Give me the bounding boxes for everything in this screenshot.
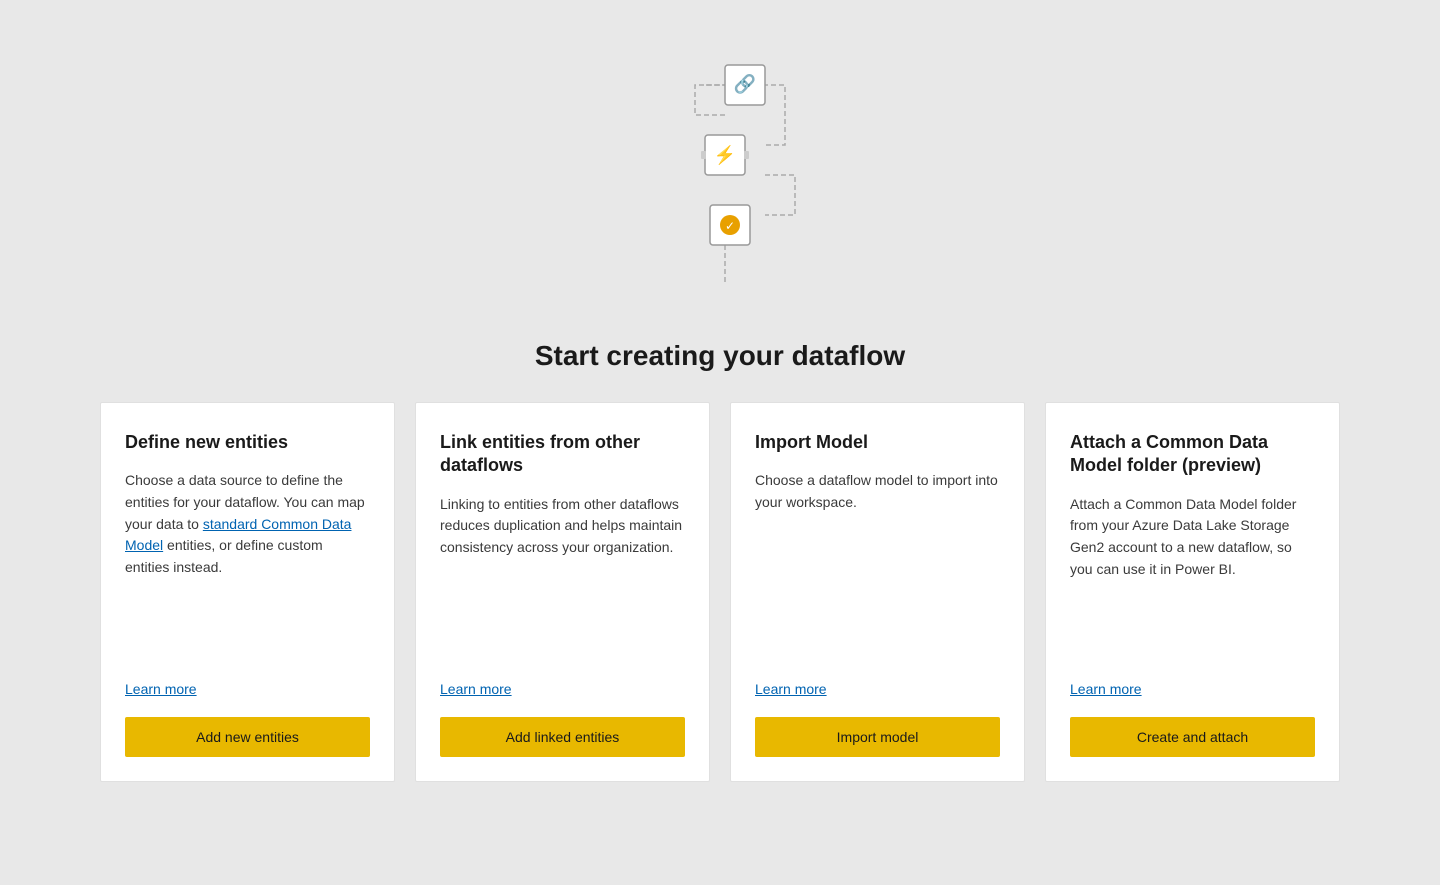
card-import-model: Import Model Choose a dataflow model to … bbox=[730, 402, 1025, 782]
card-link-entities-learn-more[interactable]: Learn more bbox=[440, 681, 685, 697]
standard-cdm-link[interactable]: standard Common Data Model bbox=[125, 516, 351, 554]
create-and-attach-button[interactable]: Create and attach bbox=[1070, 717, 1315, 757]
card-link-entities-title: Link entities from other dataflows bbox=[440, 431, 685, 478]
card-import-model-title: Import Model bbox=[755, 431, 1000, 454]
import-model-button[interactable]: Import model bbox=[755, 717, 1000, 757]
card-link-entities-description: Linking to entities from other dataflows… bbox=[440, 494, 685, 669]
card-define-new-learn-more[interactable]: Learn more bbox=[125, 681, 370, 697]
card-attach-cdm-learn-more[interactable]: Learn more bbox=[1070, 681, 1315, 697]
card-attach-cdm-title: Attach a Common Data Model folder (previ… bbox=[1070, 431, 1315, 478]
add-linked-entities-button[interactable]: Add linked entities bbox=[440, 717, 685, 757]
svg-text:⚡: ⚡ bbox=[714, 144, 736, 166]
card-attach-cdm-description: Attach a Common Data Model folder from y… bbox=[1070, 494, 1315, 669]
card-attach-cdm: Attach a Common Data Model folder (previ… bbox=[1045, 402, 1340, 782]
card-define-new-description: Choose a data source to define the entit… bbox=[125, 470, 370, 669]
card-define-new: Define new entities Choose a data source… bbox=[100, 402, 395, 782]
svg-text:🔗: 🔗 bbox=[734, 73, 756, 95]
cards-container: Define new entities Choose a data source… bbox=[100, 402, 1340, 782]
card-define-new-title: Define new entities bbox=[125, 431, 370, 454]
page-container: 🔗 ⚡ ✓ Start creating your dataflow Defin… bbox=[0, 0, 1440, 885]
page-title: Start creating your dataflow bbox=[535, 340, 905, 372]
card-link-entities: Link entities from other dataflows Linki… bbox=[415, 402, 710, 782]
svg-text:✓: ✓ bbox=[725, 219, 735, 233]
card-import-model-learn-more[interactable]: Learn more bbox=[755, 681, 1000, 697]
card-import-model-description: Choose a dataflow model to import into y… bbox=[755, 470, 1000, 669]
hero-illustration: 🔗 ⚡ ✓ bbox=[610, 20, 830, 320]
add-new-entities-button[interactable]: Add new entities bbox=[125, 717, 370, 757]
